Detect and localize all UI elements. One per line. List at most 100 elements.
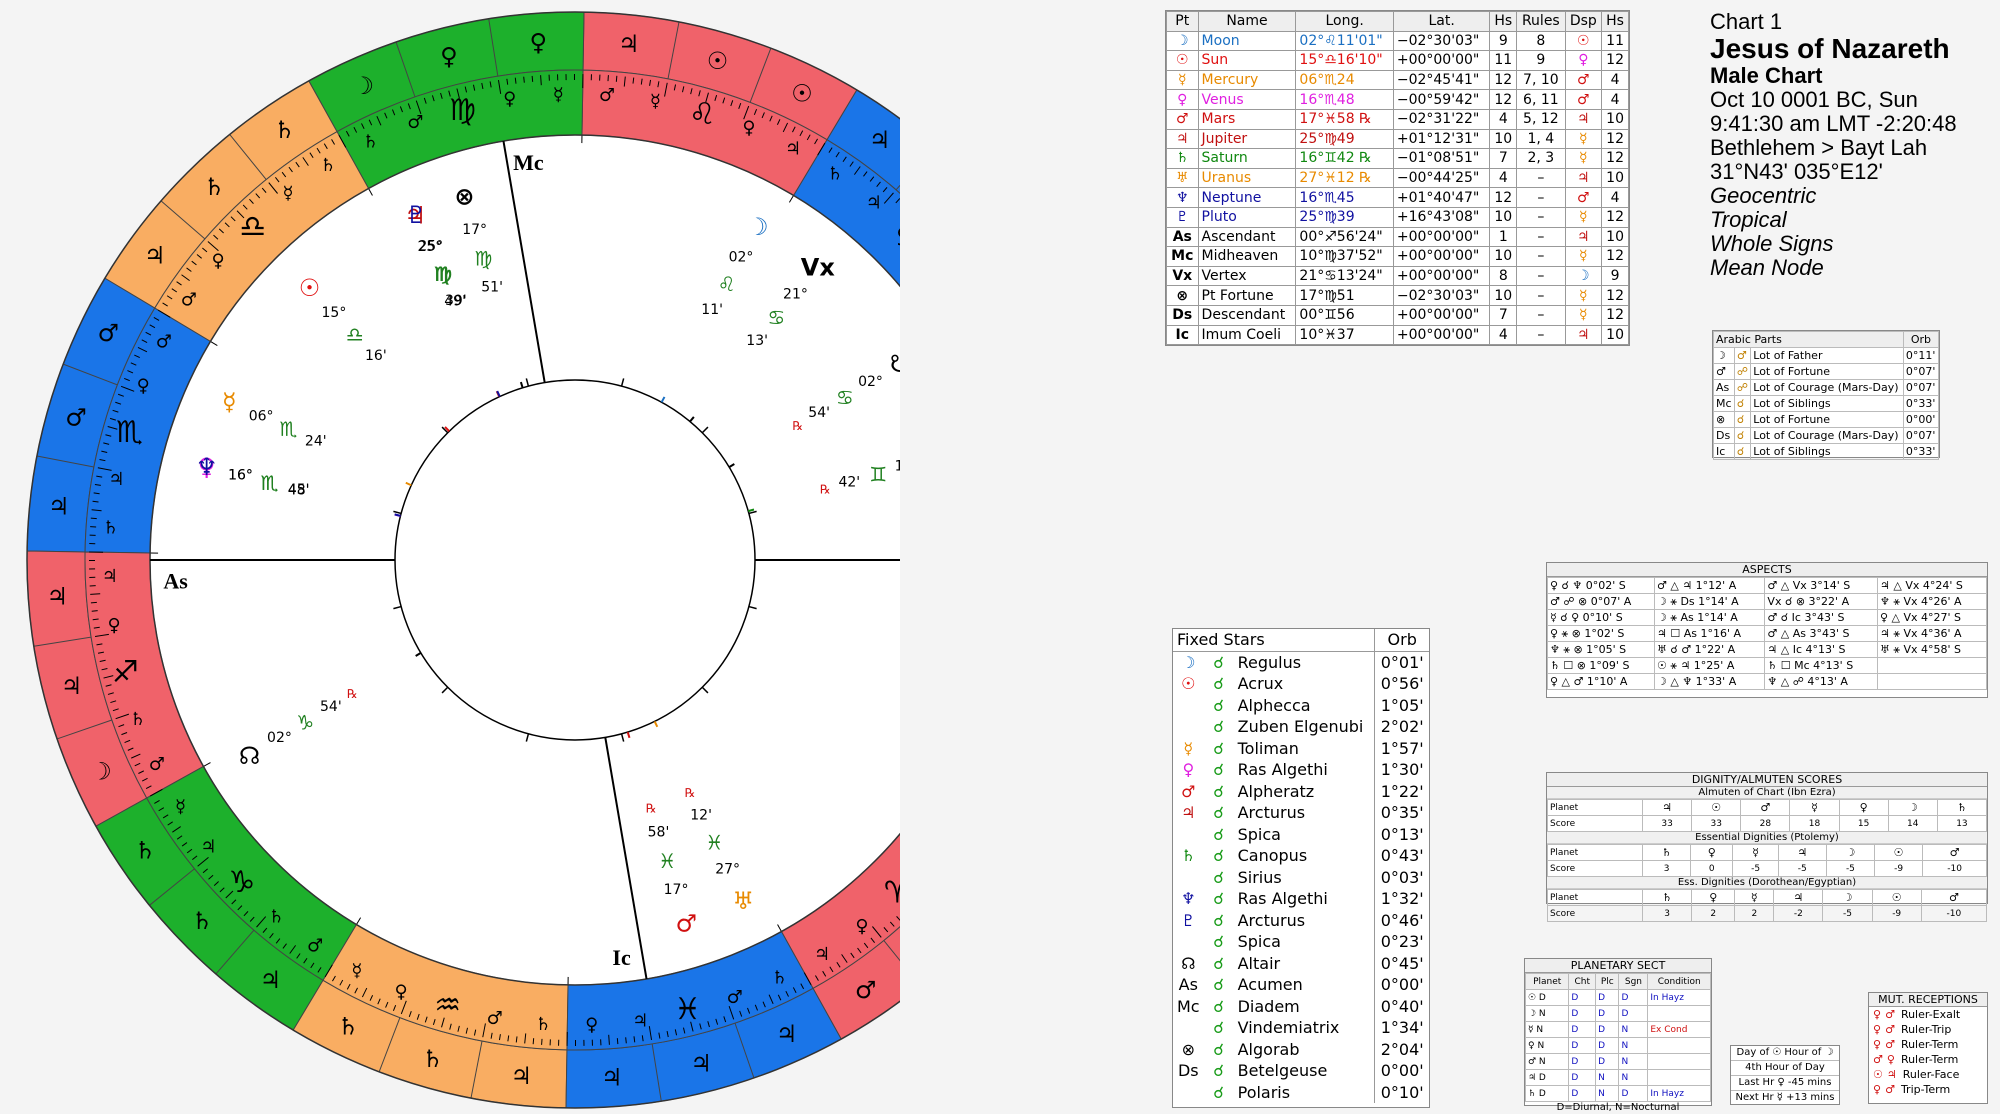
- fixed-star-planet-icon: ☉: [1181, 674, 1196, 694]
- planet-row[interactable]: Ds Descendant 00°♊56 +00°00'00" 7– ☿ 12: [1166, 304, 1629, 326]
- dignity-title: DIGNITY/ALMUTEN SCORES: [1547, 773, 1987, 787]
- term-ruler-icon: ☿: [282, 183, 293, 204]
- aspect-cell: ♂ △ ♃ 1°12' A: [1653, 577, 1766, 594]
- planet-dispositor-icon: ☉: [1564, 30, 1603, 52]
- fixed-star-row[interactable]: ☿ ☌ Toliman 1°57': [1173, 737, 1429, 759]
- reception-row: ☉ ♃ Ruler-Face: [1873, 1067, 1987, 1082]
- planet-dispositor-house: 10: [1601, 226, 1629, 248]
- planet-name: Jupiter: [1197, 128, 1297, 150]
- fixed-star-row[interactable]: ☌ Vindemiatrix 1°34': [1173, 1017, 1429, 1039]
- planet-row[interactable]: ☿ Mercury 06°♏24 −02°45'41" 12 7, 10 ♂ 4: [1166, 69, 1629, 91]
- planet-row[interactable]: As Ascendant 00°♐56'24" +00°00'00" 1– ♃ 10: [1166, 226, 1629, 248]
- reception-type: Ruler-Exalt: [1900, 1008, 1961, 1021]
- fixed-star-planet-icon: ☽: [1181, 652, 1196, 672]
- fixed-star-name: Betelgeuse: [1233, 1060, 1376, 1082]
- planet-latitude: +00°00'00": [1392, 304, 1491, 326]
- planet-row[interactable]: ⊗ Pt Fortune 17°♍51 −02°30'03" 10– ☿ 12: [1166, 285, 1629, 306]
- fixed-star-row[interactable]: ♄ ☌ Canopus 0°43': [1173, 845, 1429, 867]
- sect-row: ♂ NDDN: [1524, 1053, 1711, 1070]
- reception-type: Ruler-Term: [1900, 1053, 1959, 1066]
- dignity-planet-icon: ♀: [1838, 799, 1889, 816]
- fixed-star-row[interactable]: ♀ ☌ Ras Algethi 1°30': [1173, 759, 1429, 781]
- dignity-planet-icon: ☉: [1691, 799, 1742, 816]
- planet-name: Imum Coeli: [1197, 324, 1297, 346]
- planet-row[interactable]: ☉ Sun 15°♎16'10" +00°00'00" 11 9 ♀ 12: [1166, 50, 1629, 71]
- fixed-star-row[interactable]: ☌ Spica 0°23': [1173, 931, 1429, 953]
- planet-glyph-icon: Ds: [1166, 304, 1199, 326]
- planet-sign-icon: ♋: [767, 306, 785, 330]
- planet-sign-icon: ♍: [434, 262, 452, 286]
- dignity-score: -10: [1920, 905, 1988, 922]
- fixed-star-planet-icon: Ds: [1177, 1061, 1199, 1081]
- fixed-star-planet-icon: ♂: [1181, 781, 1196, 801]
- fixed-star-row[interactable]: ☊ ☌ Altair 0°45': [1173, 952, 1429, 974]
- planet-row[interactable]: ♃ Jupiter 25°♍49 +01°12'31" 10 1, 4 ☿ 12: [1166, 128, 1629, 150]
- fixed-star-row[interactable]: ☉ ☌ Acrux 0°56': [1173, 673, 1429, 695]
- fixed-star-row[interactable]: ♇ ☌ Arcturus 0°46': [1173, 909, 1429, 931]
- planet-row[interactable]: Vx Vertex 21°♋13'24" +00°00'00" 8– ☽ 9: [1166, 265, 1629, 287]
- decan-ruler-icon: ☉: [707, 47, 729, 75]
- planet-row[interactable]: ♆ Neptune 16°♏45 +01°40'47" 12– ♂ 4: [1166, 187, 1629, 208]
- sect-title: PLANETARY SECT: [1525, 959, 1711, 973]
- planet-row[interactable]: ♅ Uranus 27°♓12 ℞ −00°44'25" 4– ♃ 10: [1166, 167, 1629, 189]
- fixed-star-row[interactable]: ♃ ☌ Arcturus 0°35': [1173, 802, 1429, 824]
- fixed-star-planet-icon: ☊: [1181, 953, 1196, 973]
- planet-row[interactable]: ♇ Pluto 25°♍39 +16°43'08" 10– ☿ 12: [1166, 206, 1629, 228]
- arabic-row[interactable]: ☽ ♂ Lot of Father 0°11': [1713, 347, 1940, 364]
- planet-row[interactable]: Ic Imum Coeli 10°♓37 +00°00'00" 4– ♃ 10: [1166, 324, 1629, 346]
- reception-planet-a-icon: ♀: [1873, 1038, 1882, 1051]
- arabic-row[interactable]: Ds ☌ Lot of Courage (Mars-Day) 0°07': [1713, 427, 1940, 444]
- arabic-orb: 0°33': [1902, 395, 1940, 412]
- fixed-star-row[interactable]: ☌ Polaris 0°10': [1173, 1081, 1429, 1103]
- planet-degree: 27°: [715, 861, 740, 877]
- planet-dispositor-icon: ♃: [1564, 324, 1603, 346]
- aspect-cell: ♆ ⚹ Vx 4°26' A: [1877, 593, 1987, 610]
- sect-cell: ☿ N: [1524, 1021, 1570, 1038]
- fixed-star-row[interactable]: As ☌ Acumen 0°00': [1173, 974, 1429, 996]
- planet-latitude: +00°00'00": [1392, 246, 1491, 267]
- retrograde-icon: ℞: [792, 419, 803, 433]
- fixed-star-planet-icon: [1173, 931, 1204, 953]
- term-ruler-icon: ☿: [553, 84, 564, 105]
- planet-row[interactable]: ♂ Mars 17°♓58 ℞ −02°31'22" 4 5, 12 ♃ 10: [1166, 108, 1629, 130]
- dignity-planet-label: Planet: [1547, 799, 1643, 816]
- arabic-row[interactable]: As ☍ Lot of Courage (Mars-Day) 0°07': [1713, 379, 1940, 396]
- fixed-star-row[interactable]: ☌ Zuben Elgenubi 2°02': [1173, 716, 1429, 738]
- planet-row[interactable]: ☽ Moon 02°♌11'01" −02°30'03" 9 8 ☉ 11: [1166, 30, 1629, 52]
- dignity-score: -5: [1732, 860, 1779, 877]
- planet-row[interactable]: Mc Midheaven 10°♍37'52" +00°00'00" 10– ☿ 12: [1166, 246, 1629, 267]
- sect-cell: [1647, 1005, 1711, 1022]
- planet-row[interactable]: ♄ Saturn 16°♊42 ℞ −01°08'51" 7 2, 3 ☿ 12: [1166, 148, 1629, 169]
- chart-wheel: ♂♂☉♃♀♂♄♈♀♀☽♀☿♄♂♉♄♂♃☿♃♂♄♊♂♂♃♂♀♃♄♋☉☉♃♃♀☿♂♌…: [26, 11, 900, 1109]
- term-ruler-icon: ♄: [130, 709, 146, 730]
- arabic-row[interactable]: Ic ☌ Lot of Siblings 0°33': [1713, 443, 1940, 460]
- fixed-star-row[interactable]: ⊗ ☌ Algorab 2°04': [1173, 1038, 1429, 1060]
- dignity-planet-icon: ♂: [1922, 844, 1987, 861]
- planet-longitude: 21°♋13'24": [1295, 265, 1394, 287]
- decan-ruler-icon: ♄: [203, 173, 225, 201]
- fixed-star-orb: 0°46': [1380, 910, 1424, 930]
- fixed-star-row[interactable]: ♂ ☌ Alpheratz 1°22': [1173, 780, 1429, 802]
- planet-longitude: 25°♍49: [1295, 128, 1394, 150]
- planets-col-header: Hs: [1601, 11, 1629, 32]
- planet-row[interactable]: ♀ Venus 16°♏48 −00°59'42" 12 6, 11 ♂ 4: [1166, 89, 1629, 110]
- fixed-star-row[interactable]: ☌ Sirius 0°03': [1173, 866, 1429, 888]
- fixed-star-row[interactable]: ♆ ☌ Ras Algethi 1°32': [1173, 888, 1429, 910]
- arabic-parts-table: Arabic Parts Orb ☽ ♂ Lot of Father 0°11' ♂ ☍ Lot…: [1713, 331, 1940, 460]
- arabic-row[interactable]: ⊗ ☌ Lot of Fortune 0°00': [1713, 411, 1940, 428]
- fixed-star-row[interactable]: ☌ Alphecca 1°05': [1173, 694, 1429, 716]
- degree-tick: [523, 76, 525, 83]
- fixed-star-row[interactable]: Ds ☌ Betelgeuse 0°00': [1173, 1060, 1429, 1082]
- arabic-row[interactable]: ♂ ☍ Lot of Fortune 0°07': [1713, 363, 1940, 380]
- planet-latitude: +01°12'31": [1392, 128, 1491, 150]
- chart-type: Male Chart: [1710, 63, 1823, 88]
- fixed-star-row[interactable]: ☌ Spica 0°13': [1173, 823, 1429, 845]
- planet-glyph-icon: Vx: [1166, 265, 1199, 287]
- fixed-star-row[interactable]: ☽ ☌ Regulus 0°01': [1173, 651, 1429, 673]
- planet-degree: 16°: [895, 458, 900, 474]
- fixed-star-row[interactable]: Mc ☌ Diadem 0°40': [1173, 995, 1429, 1017]
- arabic-row[interactable]: Mc ☌ Lot of Siblings 0°33': [1713, 395, 1940, 412]
- decan-ruler-icon: ♃: [48, 492, 70, 520]
- arabic-title: Arabic Parts: [1713, 331, 1904, 348]
- decan-ruler-icon: ♄: [191, 907, 213, 935]
